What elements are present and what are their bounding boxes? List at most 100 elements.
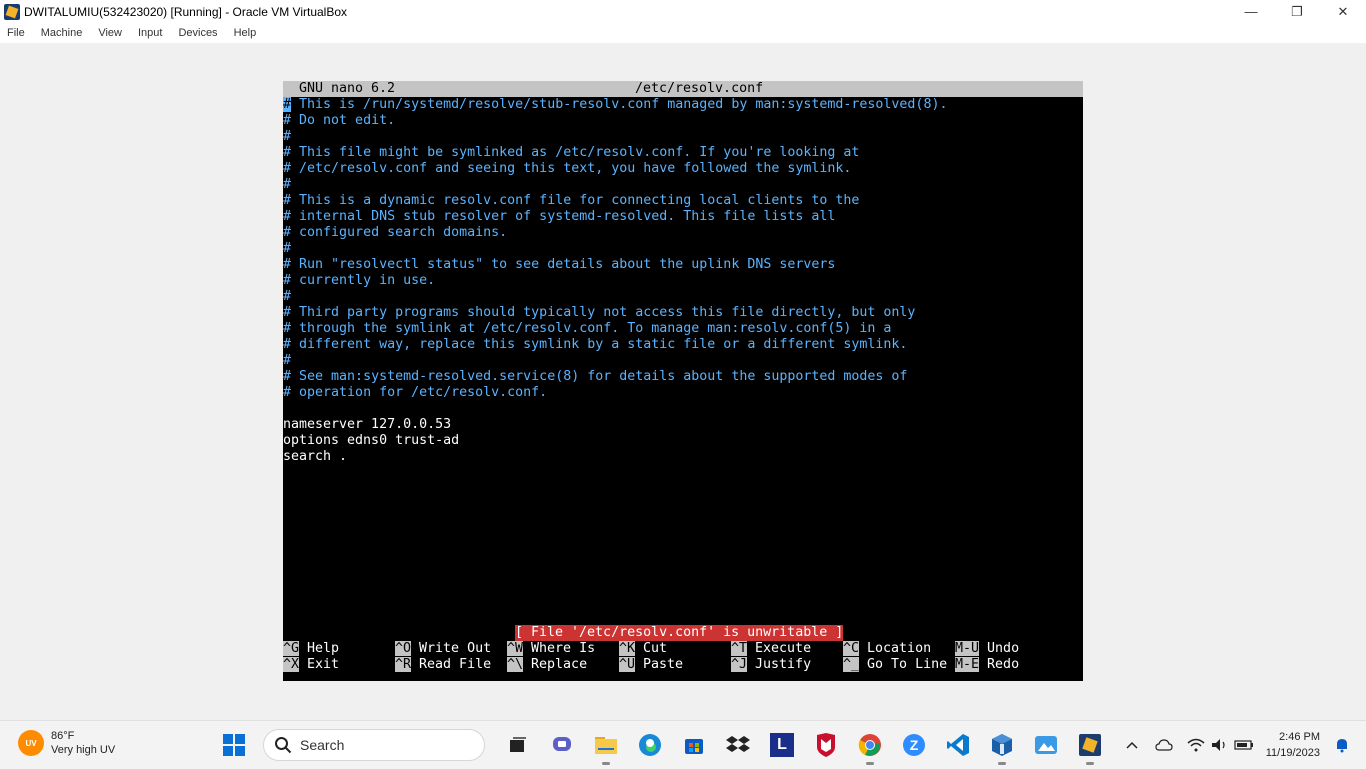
paint-icon[interactable] [1031,730,1061,760]
shortcut-replace: ^\ Replace [507,657,587,673]
store-icon[interactable] [679,730,709,760]
comment-line: # [283,353,1083,369]
menu-devices[interactable]: Devices [170,27,225,39]
edge-icon[interactable] [635,730,665,760]
menu-view[interactable]: View [90,27,130,39]
vm-screen[interactable]: GNU nano 6.2 /etc/resolv.conf # This is … [283,81,1083,681]
shortcut-key: ^R [395,657,412,672]
window-title: DWITALUMIU(532423020) [Running] - Oracle… [24,4,348,19]
comment-text: currently in use. [291,273,436,288]
virtualbox-vm-icon[interactable] [1075,730,1105,765]
chevron-up-icon[interactable] [1122,735,1142,755]
shortcut-location: ^C Location [843,641,931,657]
comment-hash: # [283,145,292,160]
shortcut-execute: ^T Execute [731,641,811,657]
search-label: Search [300,737,345,753]
dropbox-icon[interactable] [723,730,753,760]
config-line: options edns0 trust-ad [283,433,460,448]
volume-icon[interactable] [1210,735,1230,755]
menu-input[interactable]: Input [130,27,170,39]
comment-hash: # [283,129,292,144]
onedrive-icon[interactable] [1154,735,1174,755]
shortcut-label: Help [307,641,340,656]
restore-button[interactable]: ❐ [1274,0,1320,23]
windows-start-icon[interactable] [219,730,249,760]
shortcut-cut: ^K Cut [619,641,667,657]
menu-help[interactable]: Help [226,27,265,39]
nano-filename: /etc/resolv.conf [635,81,764,96]
clock[interactable]: 2:46 PM 11/19/2023 [1266,729,1320,761]
shortcut-label: Undo [987,641,1020,656]
shortcut-key: ^O [395,641,412,656]
clock-time: 2:46 PM [1279,731,1320,743]
clock-date: 11/19/2023 [1265,747,1320,759]
shortcut-key: ^T [731,641,748,656]
virtualbox-icon [4,3,20,20]
comment-line: # currently in use. [283,273,1083,289]
search-icon [275,737,292,754]
comment-hash: # [283,225,292,240]
close-button[interactable]: ✕ [1320,0,1366,23]
comment-line: # internal DNS stub resolver of systemd-… [283,209,1083,225]
taskbar-search[interactable]: Search [263,729,485,761]
teams-chat-icon[interactable] [547,730,577,760]
zoom-icon[interactable]: Z [899,730,929,760]
comment-text: Do not edit. [291,113,396,128]
taskbar-apps: Search L Z [219,729,1119,765]
comment-hash: # [283,241,292,256]
vscode-icon[interactable] [943,730,973,760]
config-line: nameserver 127.0.0.53 [283,417,452,432]
l-app-icon[interactable]: L [767,730,797,760]
shortcut-label: Write Out [419,641,492,656]
nano-version: GNU nano 6.2 [299,81,396,96]
file-explorer-icon[interactable] [591,730,621,765]
shortcut-justify: ^J Justify [731,657,811,673]
shortcut-label: Paste [643,657,684,672]
notification-bell-icon[interactable] [1332,735,1352,755]
shortcut-paste: ^U Paste [619,657,683,673]
comment-line: # configured search domains. [283,225,1083,241]
battery-icon[interactable] [1234,735,1254,755]
comment-line: # [283,241,1083,257]
virtualbox-icon[interactable] [987,730,1017,765]
nano-header: GNU nano 6.2 /etc/resolv.conf [283,81,1083,97]
comment-line: # Third party programs should typically … [283,305,1083,321]
comment-hash: # [283,289,292,304]
shortcut-where-is: ^W Where Is [507,641,595,657]
weather-widget[interactable]: UV 86°F Very high UV [18,729,115,757]
chrome-icon[interactable] [855,730,885,765]
menu-bar: File Machine View Input Devices Help [0,23,1366,43]
shortcut-bar: ^G Help ^O Write Out ^W Where Is ^K Cut ^T E… [283,641,1083,673]
shortcut-label: Cut [643,641,668,656]
comment-line: # Run "resolvectl status" to see details… [283,257,1083,273]
wifi-icon[interactable] [1186,735,1206,755]
comment-line: # See man:systemd-resolved.service(8) fo… [283,369,1083,385]
shortcut-key: ^\ [507,657,524,672]
shortcut-label: Replace [531,657,588,672]
taskbar: UV 86°F Very high UV Search L Z 2:46 PM … [0,720,1366,769]
menu-machine[interactable]: Machine [33,27,91,39]
shortcut-help: ^G Help [283,641,339,657]
comment-text: This is /run/systemd/resolve/stub-resolv… [291,97,948,112]
comment-hash: # [283,353,292,368]
comment-hash: # [283,193,292,208]
shortcut-label: Go To Line [867,657,948,672]
shortcut-redo: M-E Redo [955,657,1019,673]
shortcut-exit: ^X Exit [283,657,339,673]
editor-content[interactable]: # This is /run/systemd/resolve/stub-reso… [283,97,1083,465]
shortcut-key: ^U [619,657,636,672]
comment-line: # This is /run/systemd/resolve/stub-reso… [283,97,1083,113]
shortcut-undo: M-U Undo [955,641,1019,657]
task-view-icon[interactable] [503,730,533,760]
menu-file[interactable]: File [0,27,33,39]
svg-text:Z: Z [910,737,919,753]
minimize-button[interactable]: — [1228,0,1274,23]
shortcut-label: Redo [987,657,1020,672]
shortcut-key: ^C [843,641,860,656]
comment-text: See man:systemd-resolved.service(8) for … [291,369,908,384]
mcafee-icon[interactable] [811,730,841,760]
shortcut-label: Location [867,641,932,656]
comment-line: # [283,129,1083,145]
comment-text: configured search domains. [291,225,508,240]
shortcut-label: Read File [419,657,492,672]
